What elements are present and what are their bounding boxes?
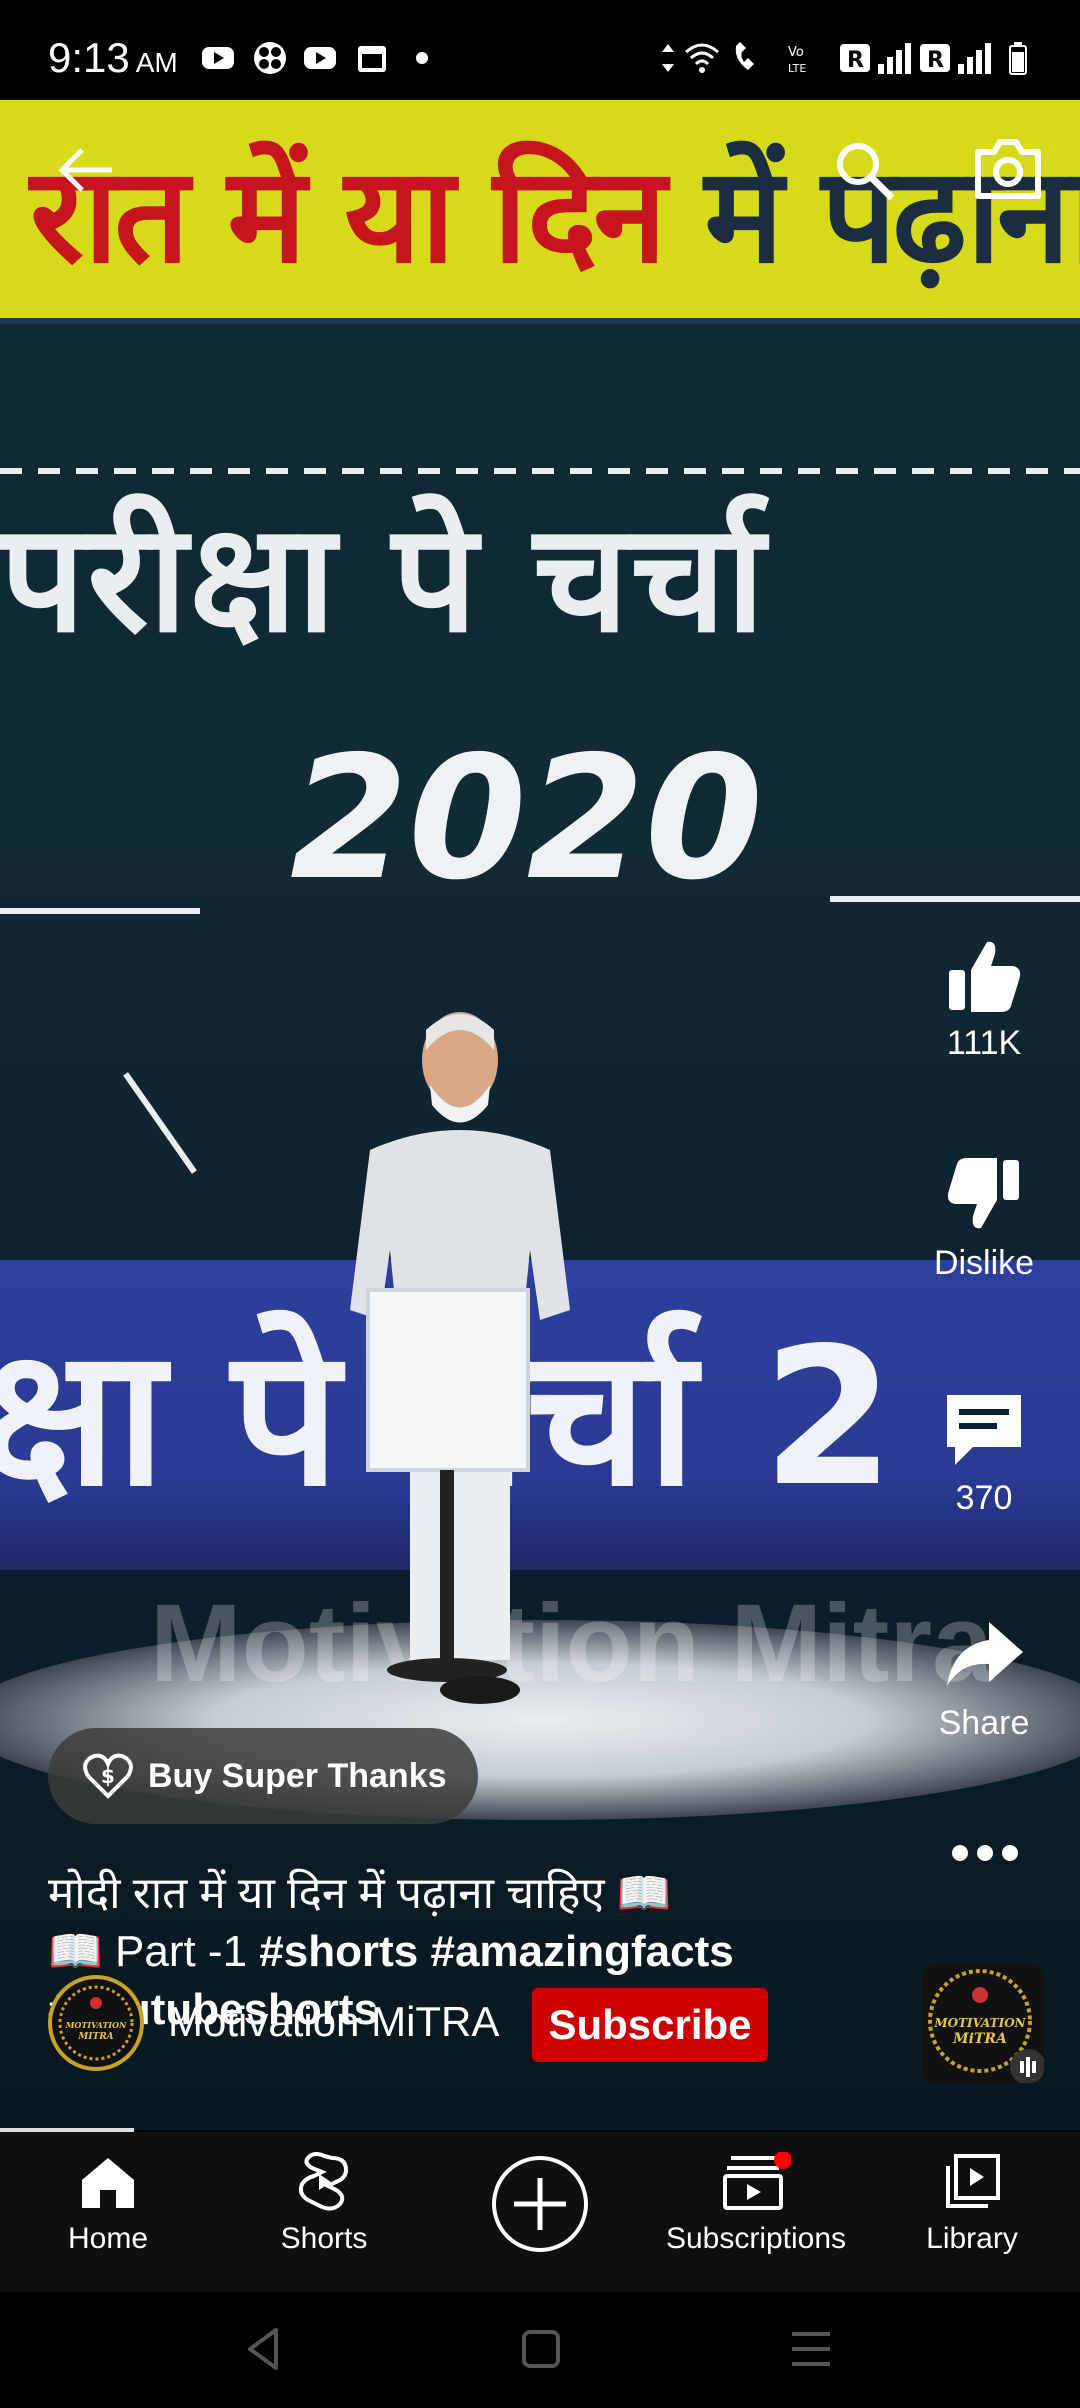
channel-logo: MOTIVATION MITRA	[58, 1985, 134, 2061]
system-recents-icon[interactable]	[786, 2324, 836, 2374]
svg-text:Vo: Vo	[788, 45, 804, 60]
shorts-icon	[298, 2152, 349, 2211]
subscriptions-icon	[723, 2151, 792, 2210]
channel-name[interactable]: Motivation MiTRA	[168, 1998, 499, 2046]
like-count: 111K	[946, 1024, 1022, 1062]
super-thanks-heart-icon: $	[83, 1753, 133, 1799]
nav-shorts-label: Shorts	[280, 2222, 368, 2255]
svg-text:MOTIVATION: MOTIVATION	[933, 2016, 1026, 2030]
video-stage-year: 2020	[290, 720, 764, 918]
svg-text:R: R	[847, 48, 864, 73]
roaming-icon: R	[840, 44, 870, 73]
dislike-label: Dislike	[933, 1244, 1035, 1282]
comment-icon	[947, 1395, 1021, 1465]
channel-avatar[interactable]: MOTIVATION MITRA	[48, 1975, 144, 2071]
system-home-icon[interactable]	[516, 2324, 566, 2374]
svg-text:LTE: LTE	[788, 62, 806, 75]
bottom-navigation: Home Shorts Subscriptions Library	[0, 2132, 1080, 2292]
thumbs-up-icon	[949, 941, 1021, 1012]
signal-strength-icon	[958, 43, 991, 74]
svg-text:MiTRA: MiTRA	[952, 2031, 1007, 2047]
short-video-player[interactable]: रात में या दिन में पढ़ाना... परीक्षा पे …	[0, 100, 1080, 2130]
nav-home-label: Home	[67, 2222, 149, 2255]
back-arrow-icon[interactable]	[52, 140, 122, 200]
video-stage-title: परीक्षा पे चर्चा	[0, 492, 767, 666]
thumbs-down-icon	[947, 1158, 1019, 1229]
description-part: 📖 Part -1	[48, 1927, 260, 1976]
share-label: Share	[938, 1704, 1030, 1742]
status-time: 9:13 AM	[48, 34, 178, 81]
video-banner-text: रात में या दिन में पढ़ाना...	[30, 139, 1080, 293]
nav-home[interactable]: Home	[0, 2152, 216, 2256]
stage-slash	[123, 1072, 197, 1174]
hashtag-amazingfacts[interactable]: #amazingfacts	[430, 1927, 733, 1976]
status-bar: 9:13 AM Vo LTE R R	[0, 0, 1080, 100]
library-icon	[946, 2154, 1000, 2208]
share-button[interactable]: Share	[920, 1610, 1048, 1743]
comments-button[interactable]: 370	[920, 1385, 1048, 1518]
battery-icon	[1009, 42, 1027, 75]
wifi-calling-icon	[735, 42, 754, 70]
youtube-notification-icon	[304, 47, 336, 69]
search-icon[interactable]	[830, 136, 900, 206]
nav-library-label: Library	[926, 2222, 1018, 2255]
svg-text:R: R	[927, 48, 944, 73]
stage-line-right	[830, 896, 1080, 902]
roaming-icon: R	[920, 44, 950, 73]
channel-logo: MOTIVATIONMiTRA	[922, 1965, 1044, 2083]
wifi-icon	[685, 43, 719, 73]
share-icon	[947, 1622, 1023, 1686]
svg-text:$: $	[101, 1764, 115, 1788]
dislike-button[interactable]: Dislike	[920, 1150, 1048, 1283]
nav-create[interactable]	[432, 2154, 648, 2258]
svg-text:MOTIVATION: MOTIVATION	[65, 2020, 128, 2030]
create-plus-icon	[492, 2156, 588, 2252]
youtube-notification-icon	[202, 47, 234, 69]
nav-subscriptions-label: Subscriptions	[665, 2222, 847, 2255]
more-notifications-dot-icon	[416, 52, 428, 64]
app-notification-icon	[254, 42, 286, 74]
description-line-1: मोदी रात में या दिन में पढ़ाना चाहिए 📖	[48, 1869, 672, 1918]
svg-text:MITRA: MITRA	[77, 2032, 113, 2042]
like-button[interactable]: 111K	[920, 930, 1048, 1063]
subscribe-button[interactable]: Subscribe	[532, 1988, 768, 2062]
speaker-figure	[350, 1012, 570, 1704]
home-icon	[82, 2158, 134, 2208]
camera-icon[interactable]	[972, 134, 1044, 202]
system-back-icon[interactable]	[240, 2324, 290, 2374]
volte-icon: Vo LTE	[788, 45, 806, 75]
super-thanks-label: Buy Super Thanks	[148, 1756, 447, 1795]
system-navigation-bar	[0, 2292, 1080, 2408]
comment-count: 370	[955, 1479, 1013, 1517]
nav-shorts[interactable]: Shorts	[216, 2152, 432, 2256]
nav-library[interactable]: Library	[864, 2152, 1080, 2256]
video-banner: रात में या दिन में पढ़ाना...	[0, 100, 1080, 324]
hashtag-shorts[interactable]: #shorts	[259, 1927, 418, 1976]
super-thanks-button[interactable]: $ Buy Super Thanks	[48, 1728, 478, 1824]
signal-strength-icon	[878, 43, 911, 74]
stage-line-left	[0, 908, 200, 914]
more-options-icon[interactable]	[950, 1840, 1020, 1866]
sound-source-thumbnail[interactable]: MOTIVATION MiTRA	[922, 1965, 1044, 2083]
calendar-notification-icon	[358, 46, 386, 72]
nav-subscriptions[interactable]: Subscriptions	[648, 2151, 864, 2256]
